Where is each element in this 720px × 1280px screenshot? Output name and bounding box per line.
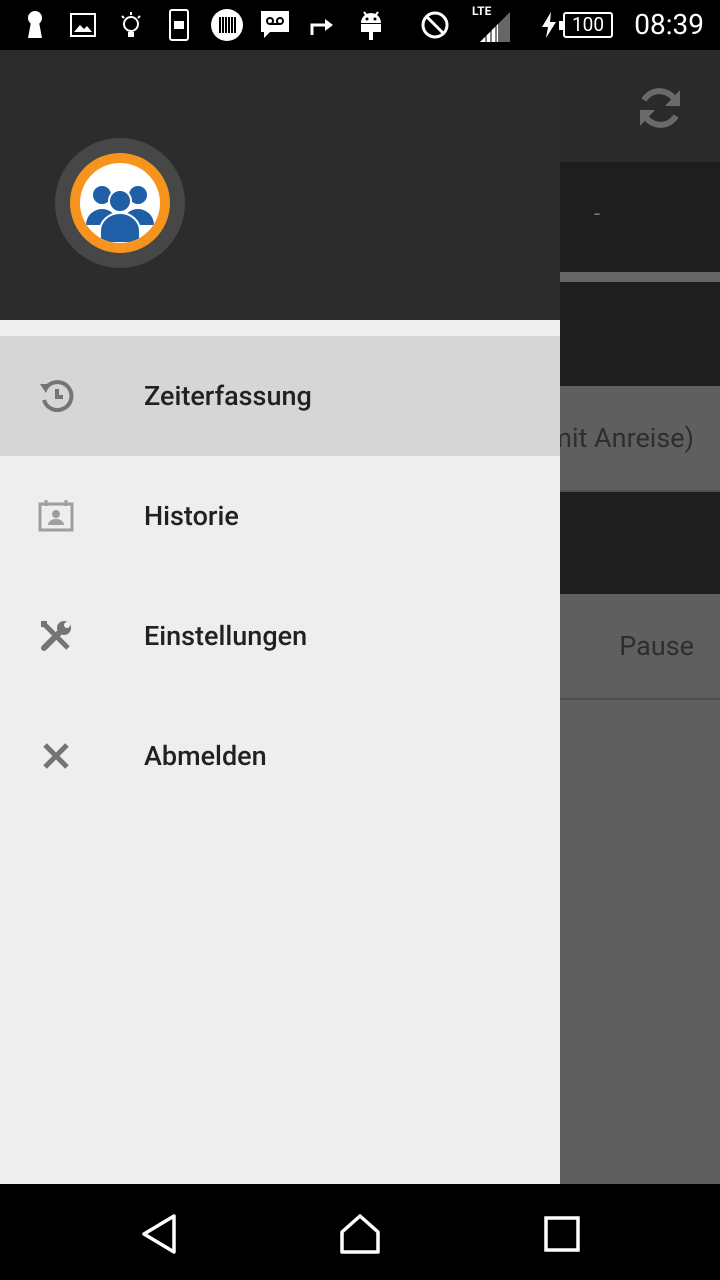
menu-item-abmelden[interactable]: Abmelden bbox=[0, 696, 560, 816]
bulb-icon bbox=[114, 8, 148, 42]
navigation-drawer: Zeiterfassung Historie Einstellungen Abm… bbox=[0, 50, 560, 1184]
phone-icon bbox=[162, 8, 196, 42]
avatar[interactable] bbox=[55, 138, 185, 268]
signal-icon bbox=[478, 10, 512, 44]
avatar-ring bbox=[70, 153, 170, 253]
voicemail-icon bbox=[258, 8, 292, 42]
background-text: Pause bbox=[619, 630, 694, 662]
home-icon[interactable] bbox=[338, 1212, 382, 1256]
keyhole-icon bbox=[18, 8, 52, 42]
menu-item-label: Einstellungen bbox=[144, 620, 308, 652]
history-icon bbox=[36, 376, 76, 416]
forward-icon bbox=[306, 8, 340, 42]
barcode-icon bbox=[210, 8, 244, 42]
contact-card-icon bbox=[36, 496, 76, 536]
status-bar: LTE 100 08:39 bbox=[0, 0, 720, 50]
back-icon[interactable] bbox=[138, 1212, 182, 1256]
recents-icon[interactable] bbox=[540, 1212, 584, 1256]
menu-item-label: Abmelden bbox=[144, 740, 267, 772]
clock: 08:39 bbox=[634, 8, 704, 41]
system-nav-bar bbox=[0, 1184, 720, 1280]
group-icon bbox=[80, 163, 160, 243]
menu-item-historie[interactable]: Historie bbox=[0, 456, 560, 576]
menu-item-zeiterfassung[interactable]: Zeiterfassung bbox=[0, 336, 560, 456]
menu-item-einstellungen[interactable]: Einstellungen bbox=[0, 576, 560, 696]
background-text: mit Anreise) bbox=[548, 422, 694, 454]
menu-item-label: Zeiterfassung bbox=[144, 380, 312, 412]
blocked-icon bbox=[418, 8, 452, 42]
drawer-menu: Zeiterfassung Historie Einstellungen Abm… bbox=[0, 336, 560, 816]
close-icon bbox=[36, 736, 76, 776]
refresh-icon[interactable] bbox=[632, 80, 688, 136]
battery-icon: 100 bbox=[559, 12, 613, 38]
tools-icon bbox=[36, 616, 76, 656]
menu-item-label: Historie bbox=[144, 500, 239, 532]
background-value: - bbox=[594, 202, 601, 227]
drawer-header bbox=[0, 50, 560, 320]
android-icon bbox=[354, 8, 388, 42]
image-icon bbox=[66, 8, 100, 42]
